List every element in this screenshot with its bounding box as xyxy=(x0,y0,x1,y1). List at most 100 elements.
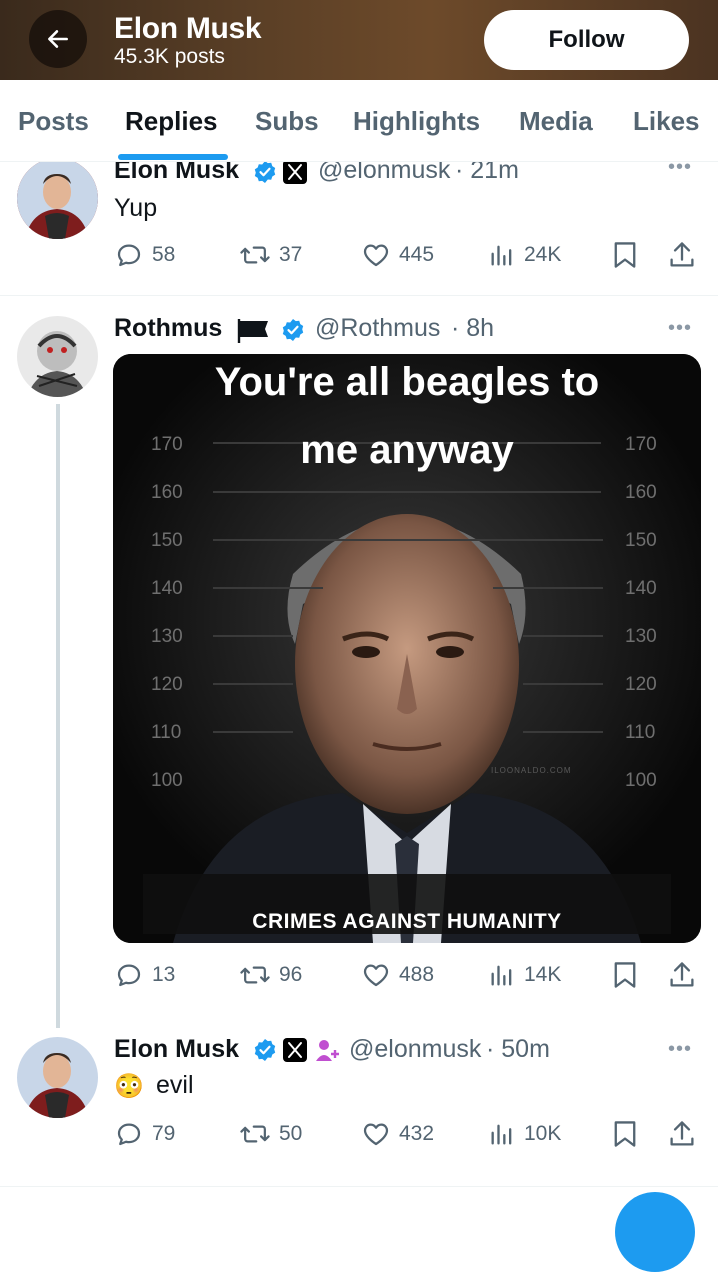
heart-icon xyxy=(363,1123,389,1146)
ruler-label: 160 xyxy=(625,482,657,503)
divider xyxy=(0,1186,718,1187)
tab-posts[interactable]: Posts xyxy=(18,106,89,137)
ruler-label: 140 xyxy=(151,578,183,599)
views-button[interactable]: 10K xyxy=(488,1119,561,1149)
repost-icon xyxy=(240,246,270,264)
post-image[interactable]: 170 160 150 140 130 120 110 100 170 160 … xyxy=(113,354,701,943)
elon-avatar-icon xyxy=(17,1037,98,1118)
meme-caption-line2: me anyway xyxy=(300,428,514,472)
emoji-flushed: 😳 xyxy=(114,1073,144,1100)
repost-button[interactable]: 37 xyxy=(239,240,302,270)
more-icon[interactable]: ••• xyxy=(668,1038,692,1061)
ruler-line xyxy=(213,587,323,589)
more-icon[interactable]: ••• xyxy=(668,162,692,179)
more-icon[interactable]: ••• xyxy=(668,317,692,340)
reply-icon xyxy=(117,1123,141,1146)
tab-highlights[interactable]: Highlights xyxy=(353,106,480,137)
bookmark-button[interactable] xyxy=(612,240,638,270)
author-handle[interactable]: @Rothmus xyxy=(315,314,440,343)
tab-subs[interactable]: Subs xyxy=(255,106,319,137)
avatar[interactable] xyxy=(17,162,98,239)
verified-badge-icon xyxy=(254,1039,276,1061)
views-count: 24K xyxy=(524,243,562,266)
compose-fab-button[interactable] xyxy=(615,1192,695,1272)
author-name[interactable]: Rothmus xyxy=(114,314,222,343)
bookmark-icon xyxy=(614,242,636,268)
reply-icon xyxy=(117,244,141,267)
tab-likes[interactable]: Likes xyxy=(633,106,700,137)
share-icon xyxy=(670,962,694,987)
ruler-label: 100 xyxy=(151,770,183,791)
post-time[interactable]: · 21m xyxy=(455,162,519,185)
heart-icon xyxy=(363,964,389,987)
repost-count: 96 xyxy=(279,963,303,986)
divider xyxy=(0,295,718,296)
thread-line xyxy=(56,404,60,1028)
follow-button[interactable]: Follow xyxy=(484,10,689,70)
ruler-label: 110 xyxy=(151,722,182,743)
share-icon xyxy=(670,242,694,267)
share-button[interactable] xyxy=(668,1119,696,1149)
share-button[interactable] xyxy=(668,960,696,990)
reply-count: 79 xyxy=(152,1122,176,1145)
ruler-label: 160 xyxy=(151,482,183,503)
repost-icon xyxy=(240,1125,270,1143)
black-flag-icon xyxy=(237,319,268,343)
views-button[interactable]: 24K xyxy=(488,240,561,270)
ruler-line xyxy=(213,539,603,541)
image-watermark: ILOONALDO.COM xyxy=(491,766,572,775)
person-plus-badge-icon xyxy=(316,1040,339,1061)
reply-count: 13 xyxy=(152,963,176,986)
author-name[interactable]: Elon Musk xyxy=(114,162,239,185)
profile-header: Elon Musk 45.3K posts Follow xyxy=(0,0,718,80)
like-button[interactable]: 488 xyxy=(361,960,434,990)
avatar[interactable] xyxy=(17,316,98,397)
post-count: 45.3K posts xyxy=(114,45,225,68)
elon-avatar-icon xyxy=(17,162,98,239)
repost-count: 50 xyxy=(279,1122,303,1145)
share-button[interactable] xyxy=(668,240,696,270)
post-time[interactable]: · 8h xyxy=(451,314,494,343)
reply-icon xyxy=(117,964,141,987)
ruler-line xyxy=(493,587,603,589)
avatar[interactable] xyxy=(17,1037,98,1118)
ruler-label: 120 xyxy=(151,674,183,695)
like-button[interactable]: 445 xyxy=(361,240,434,270)
repost-count: 37 xyxy=(279,243,303,266)
like-count: 432 xyxy=(399,1122,435,1145)
reply-button[interactable]: 58 xyxy=(114,240,175,270)
reply-button[interactable]: 13 xyxy=(114,960,175,990)
like-count: 445 xyxy=(399,243,435,266)
repost-button[interactable]: 50 xyxy=(239,1119,302,1149)
repost-button[interactable]: 96 xyxy=(239,960,302,990)
tab-replies[interactable]: Replies xyxy=(125,106,218,137)
ruler-line xyxy=(213,635,293,637)
bookmark-button[interactable] xyxy=(612,960,638,990)
back-button[interactable] xyxy=(29,10,87,68)
ruler-label: 120 xyxy=(625,674,657,695)
tab-media[interactable]: Media xyxy=(519,106,593,137)
post-text: evil xyxy=(156,1071,194,1099)
ruler-line xyxy=(213,491,601,493)
views-icon xyxy=(491,965,512,986)
like-button[interactable]: 432 xyxy=(361,1119,434,1149)
rothmus-avatar-icon xyxy=(17,316,98,397)
author-handle[interactable]: @elonmusk xyxy=(318,162,450,185)
ruler-label: 100 xyxy=(625,770,657,791)
post-elon-yup[interactable]: Elon Musk @elonmusk · 21m ••• Yup 58 37 … xyxy=(0,162,718,296)
meme-caption-line1: You're all beagles to xyxy=(214,360,600,404)
bookmark-icon xyxy=(614,962,636,988)
views-button[interactable]: 14K xyxy=(488,960,561,990)
ruler-line xyxy=(523,635,603,637)
ruler-label: 150 xyxy=(625,530,657,551)
views-icon xyxy=(491,245,512,266)
author-name[interactable]: Elon Musk xyxy=(114,1035,239,1064)
reply-button[interactable]: 79 xyxy=(114,1119,175,1149)
ruler-line xyxy=(213,731,293,733)
post-time[interactable]: · 50m xyxy=(486,1035,550,1064)
ruler-label: 110 xyxy=(625,722,656,743)
views-icon xyxy=(491,1124,512,1145)
author-handle[interactable]: @elonmusk xyxy=(349,1035,481,1064)
reply-count: 58 xyxy=(152,243,176,266)
bookmark-button[interactable] xyxy=(612,1119,638,1149)
